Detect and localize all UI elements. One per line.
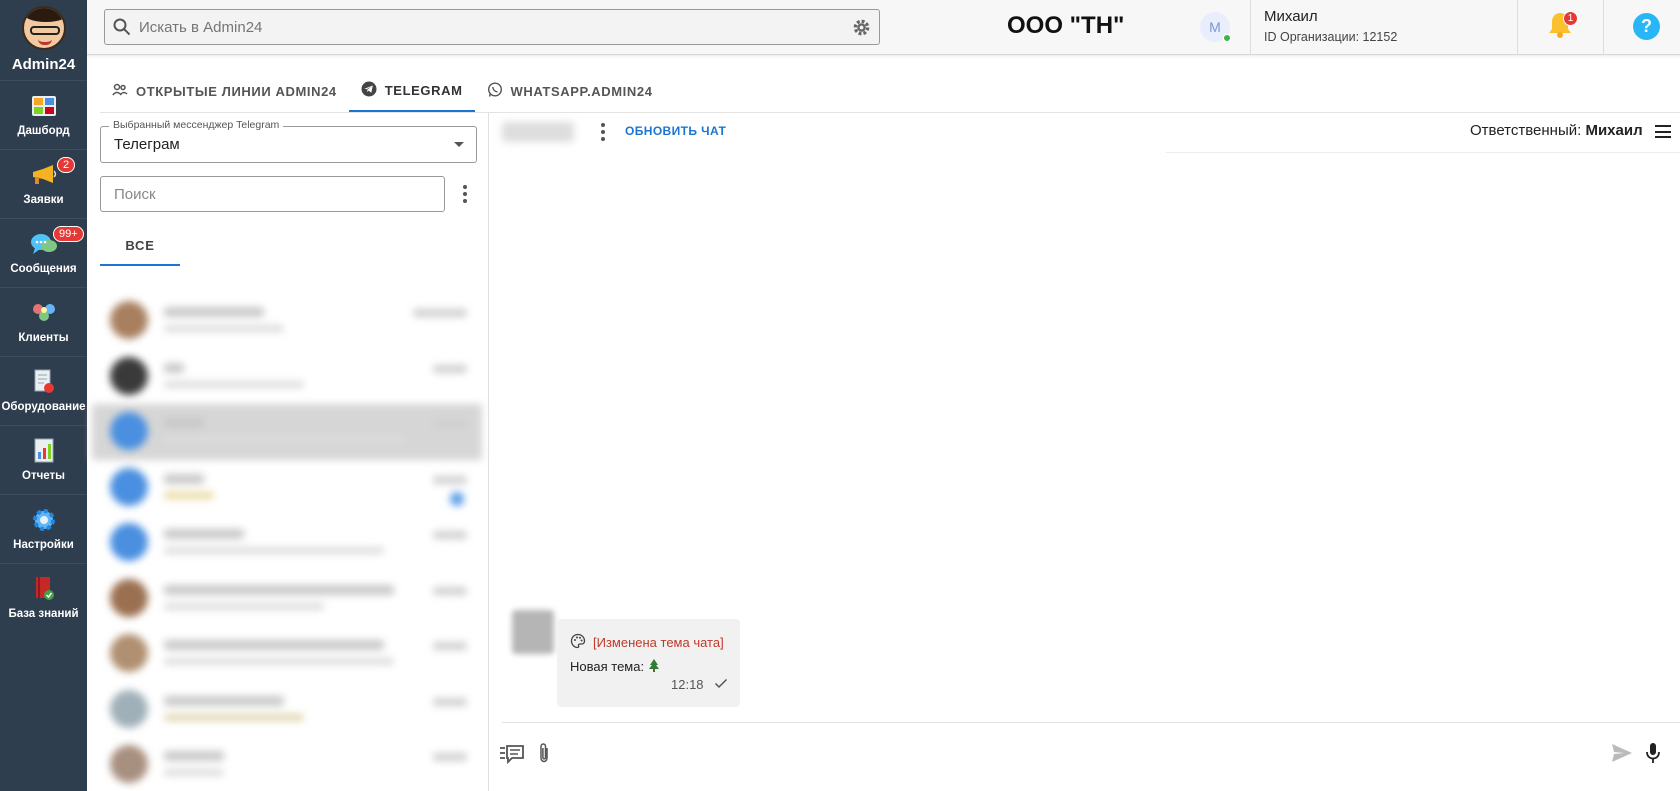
people-icon [112,83,128,100]
refresh-chat-button[interactable]: ОБНОВИТЬ ЧАТ [625,124,726,138]
message-bubble: [Изменена тема чата] Новая тема: 12:18 [557,619,740,707]
sidebar-item-dashboard[interactable]: Дашборд [0,80,87,149]
chat-search-input[interactable] [100,176,445,212]
sidebar-item-messages[interactable]: Сообщения 99+ [0,218,87,287]
responsible-info[interactable]: Ответственный: Михаил [1470,122,1643,139]
reports-icon [30,438,58,464]
chat-list-item[interactable] [92,404,482,460]
responsible-label: Ответственный: [1470,122,1582,139]
chat-list-item[interactable] [92,460,482,516]
sidebar-item-clients[interactable]: Клиенты [0,287,87,356]
sidebar-item-label: Настройки [13,539,74,551]
tab-label: TELEGRAM [384,82,463,98]
quick-replies-icon[interactable] [499,743,525,765]
chat-list [92,293,482,791]
megaphone-icon [30,162,58,188]
global-search[interactable] [104,9,880,45]
sidebar-item-label: Отчеты [22,470,65,482]
menu-icon[interactable] [1655,125,1671,138]
sidebar-item-label: Заявки [23,194,64,206]
whatsapp-icon [487,81,503,101]
search-icon [105,18,139,36]
sidebar-item-label: База знаний [8,608,79,620]
palette-icon [570,633,586,652]
sidebar: Admin24 Дашборд Заявки 2 Сообщения 99+ К… [0,0,87,791]
send-icon[interactable] [1610,742,1634,764]
tab-label: ОТКРЫТЫЕ ЛИНИИ ADMIN24 [136,83,337,99]
filter-tab-all[interactable]: ВСЕ [100,226,180,266]
chat-more-icon[interactable] [593,120,613,144]
message-sender-avatar [512,610,554,654]
help-icon[interactable]: ? [1633,13,1660,40]
message-event-text: [Изменена тема чата] [593,635,724,650]
microphone-icon[interactable] [1644,741,1662,765]
user-name[interactable]: Михаил [1264,8,1318,25]
checkmark-icon [714,677,728,692]
chat-list-item[interactable] [92,626,482,682]
message-meta: 12:18 [671,677,728,692]
dropdown-arrow-icon [454,142,464,147]
chat-list-item[interactable] [92,737,482,791]
requests-badge: 2 [57,157,76,173]
notifications-badge: 1 [1563,11,1578,26]
tab-whatsapp[interactable]: WHATSAPP.ADMIN24 [475,70,665,112]
app-root: Admin24 Дашборд Заявки 2 Сообщения 99+ К… [0,0,1680,791]
brand-logo-icon [21,6,66,50]
chat-list-more-icon[interactable] [455,182,475,206]
header-divider [1250,0,1251,55]
organization-title: ООО "ТН" [1007,12,1125,39]
tab-telegram[interactable]: TELEGRAM [348,70,475,112]
message-text-content: Новая тема: [570,659,645,674]
sidebar-item-label: Дашборд [17,125,70,137]
chat-header-divider [1166,152,1680,153]
messages-badge: 99+ [53,226,84,242]
knowledge-base-icon [30,576,58,602]
header-divider [1517,0,1518,55]
top-header: ООО "ТН" M Михаил ID Организации: 12152 … [87,0,1680,55]
chat-list-item[interactable] [92,293,482,349]
message-event: [Изменена тема чата] [570,633,724,652]
messenger-tabs: ОТКРЫТЫЕ ЛИНИИ ADMIN24 TELEGRAM WHATSAPP… [100,70,665,112]
message-time: 12:18 [671,677,704,692]
sidebar-item-label: Сообщения [10,263,77,275]
sidebar-item-label: Клиенты [18,332,69,344]
chat-list-item[interactable] [92,682,482,738]
header-divider [1603,0,1604,55]
clients-icon [30,300,58,326]
message-text: Новая тема: [570,659,660,674]
sidebar-item-requests[interactable]: Заявки 2 [0,149,87,218]
brand[interactable]: Admin24 [0,0,87,80]
tab-open-lines[interactable]: ОТКРЫТЫЕ ЛИНИИ ADMIN24 [100,70,349,112]
equipment-icon [30,369,58,395]
telegram-icon [361,81,377,100]
sidebar-item-knowledge-base[interactable]: База знаний [0,563,87,632]
sidebar-item-label: Оборудование [1,401,86,413]
brand-name: Admin24 [11,56,76,73]
christmas-tree-icon [648,659,660,674]
chat-list-panel: Выбранный мессенджер Telegram Телеграм В… [87,113,489,791]
organization-id: ID Организации: 12152 [1264,30,1398,44]
online-status-dot [1223,34,1231,42]
global-search-input[interactable] [139,18,843,36]
attach-paperclip-icon[interactable] [535,741,553,765]
tab-label: WHATSAPP.ADMIN24 [510,83,653,99]
chat-contact-name [502,122,574,142]
messenger-select-value: Телеграм [114,136,180,153]
chat-list-item[interactable] [92,571,482,627]
chat-list-item[interactable] [92,349,482,405]
search-settings-gear-icon[interactable] [843,18,879,37]
messenger-select[interactable]: Выбранный мессенджер Telegram Телеграм [100,119,477,163]
settings-icon [30,507,58,533]
sidebar-item-equipment[interactable]: Оборудование [0,356,87,425]
chat-list-item[interactable] [92,515,482,571]
composer-divider [502,722,1680,723]
responsible-name: Михаил [1585,122,1643,139]
dashboard-icon [30,93,58,119]
messenger-select-label: Выбранный мессенджер Telegram [109,119,284,131]
sidebar-item-reports[interactable]: Отчеты [0,425,87,494]
sidebar-item-settings[interactable]: Настройки [0,494,87,563]
